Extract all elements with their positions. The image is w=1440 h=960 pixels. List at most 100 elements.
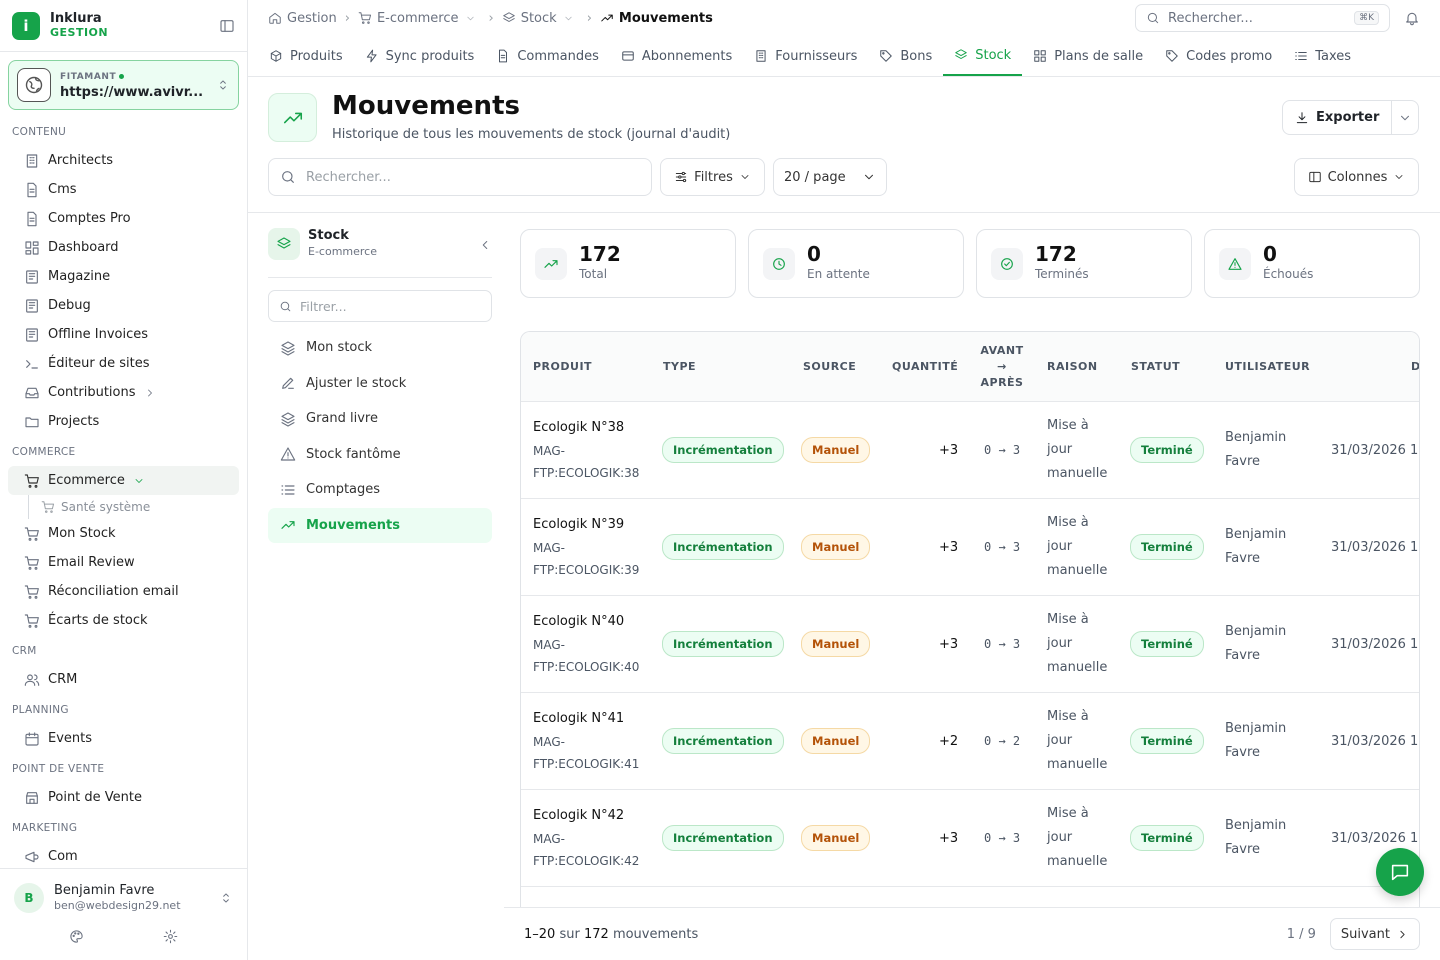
sidebar-item-debug[interactable]: Debug (8, 291, 239, 320)
reason-text: Mise à jour manuelle (1047, 806, 1108, 869)
sidebar-item-events[interactable]: Events (8, 724, 239, 753)
table-row[interactable]: Ecologik N°42 MAG- FTP:ECOLOGIK:42 Incrémen… (521, 790, 1419, 887)
type-badge: Incrémentation (662, 631, 784, 657)
stock-panel-header: Stock E-commerce (268, 228, 492, 278)
quantity-value: +3 (939, 442, 959, 458)
columns-button[interactable]: Colonnes (1294, 158, 1419, 196)
stock-nav-mon-stock[interactable]: Mon stock (268, 330, 492, 366)
breadcrumb-mouvements: Mouvements (600, 11, 713, 26)
sidebar-toggle-icon[interactable] (219, 18, 235, 34)
product-cell: Ecologik N°40 MAG- FTP:ECOLOGIK:40 (533, 611, 639, 677)
col-type[interactable]: TYPE (663, 360, 696, 373)
sidebar-item-dashboard[interactable]: Dashboard (8, 233, 239, 262)
col-status[interactable]: STATUT (1131, 360, 1180, 373)
stat-value: 0 (807, 241, 821, 266)
stock-filter-input[interactable]: Filtrer... (268, 290, 492, 322)
stock-nav: Mon stock Ajuster le stock Grand livre S… (268, 330, 492, 543)
product-name[interactable]: Ecologik N°38 (533, 417, 639, 439)
sidebar-item-ecarts-de-stock[interactable]: Écarts de stock (8, 606, 239, 635)
sidebar-item-sante-systeme[interactable]: Santé système (28, 495, 247, 519)
product-name[interactable]: Ecologik N°41 (533, 708, 639, 730)
stock-nav-comptages[interactable]: Comptages (268, 472, 492, 508)
stock-nav-stock-fantome[interactable]: Stock fantôme (268, 437, 492, 473)
tab-codes-promo[interactable]: Codes promo (1154, 36, 1283, 76)
search-input[interactable]: Rechercher... (268, 158, 652, 196)
source-badge: Manuel (801, 825, 871, 851)
sidebar-item-point-de-vente[interactable]: Point de Vente (8, 783, 239, 812)
table-row[interactable]: Ecologik N°38 MAG- FTP:ECOLOGIK:38 Incrémen… (521, 402, 1419, 499)
sidebar-item-com[interactable]: Com (8, 842, 239, 868)
export-options-button[interactable] (1392, 111, 1418, 125)
sidebar-item-reconciliation-email[interactable]: Réconciliation email (8, 577, 239, 606)
tab-sync-produits[interactable]: Sync produits (354, 36, 486, 76)
filters-button[interactable]: Filtres (660, 158, 765, 196)
chevron-left-icon[interactable] (478, 238, 492, 252)
pagination-summary: 1–20 sur 172 mouvements (524, 926, 699, 942)
sidebar-section-title: PLANNING (12, 704, 69, 716)
sidebar-item-ecommerce[interactable]: Ecommerce (8, 466, 239, 495)
breadcrumb-ecommerce[interactable]: E-commerce (358, 11, 481, 26)
tab-abonnements[interactable]: Abonnements (610, 36, 743, 76)
sidebar-item-editeur-de-sites[interactable]: Éditeur de sites (8, 349, 239, 378)
sidebar-item-offline-invoices[interactable]: Offline Invoices (8, 320, 239, 349)
stat-card-total: 172 Total (520, 229, 736, 298)
global-search-input[interactable]: Rechercher... ⌘K (1135, 4, 1390, 32)
sidebar-item-magazine[interactable]: Magazine (8, 262, 239, 291)
sidebar-item-label: Cms (48, 182, 77, 197)
sliders-icon (675, 171, 687, 183)
col-user[interactable]: UTILISATEUR (1225, 360, 1310, 373)
table-row[interactable]: Ecologik N°39 MAG- FTP:ECOLOGIK:39 Incrémen… (521, 499, 1419, 596)
stock-nav-mouvements[interactable]: Mouvements (268, 507, 492, 543)
tab-bons[interactable]: Bons (868, 36, 943, 76)
palette-icon[interactable] (69, 929, 84, 944)
sidebar-item-crm[interactable]: CRM (8, 665, 239, 694)
sidebar-item-comptes-pro[interactable]: Comptes Pro (8, 204, 239, 233)
list-icon (1295, 52, 1307, 60)
settings-gear-icon[interactable] (163, 929, 178, 944)
site-switcher[interactable]: FITAMANT https://www.avivr... (8, 60, 239, 110)
chevron-down-icon (741, 175, 749, 179)
table-row[interactable]: Ecologik N°40 MAG- FTP:ECOLOGIK:40 Incrémen… (521, 596, 1419, 693)
sidebar-item-mon-stock[interactable]: Mon Stock (8, 519, 239, 548)
sidebar-item-label: Éditeur de sites (48, 356, 150, 371)
bell-icon[interactable] (1404, 10, 1420, 26)
user-menu[interactable]: B Benjamin Favre ben@webdesign29.net (0, 869, 247, 913)
table-row[interactable]: Ecologik N°41 MAG- FTP:ECOLOGIK:41 Incrémen… (521, 693, 1419, 790)
col-date[interactable]: D (1411, 360, 1419, 373)
stock-nav-ajuster[interactable]: Ajuster le stock (268, 366, 492, 402)
col-quantity[interactable]: QUANTITÉ (892, 360, 958, 373)
quantity-value: +3 (939, 539, 959, 555)
next-page-button[interactable]: Suivant (1329, 918, 1420, 950)
chevron-down-icon (466, 16, 474, 20)
breadcrumb-stock[interactable]: Stock (502, 11, 579, 26)
col-before-after[interactable]: AVANT → APRÈS (980, 343, 1024, 391)
product-name[interactable]: Ecologik N°39 (533, 514, 639, 536)
tab-taxes[interactable]: Taxes (1283, 36, 1362, 76)
sidebar-item-email-review[interactable]: Email Review (8, 548, 239, 577)
col-product[interactable]: PRODUIT (533, 360, 592, 373)
sidebar-item-projects[interactable]: Projects (8, 407, 239, 436)
breadcrumb-gestion[interactable]: Gestion (268, 11, 337, 26)
export-button[interactable]: Exporter (1283, 101, 1393, 134)
sidebar-item-architects[interactable]: Architects (8, 146, 239, 175)
tab-plans-de-salle[interactable]: Plans de salle (1022, 36, 1154, 76)
sidebar-item-label: Écarts de stock (48, 613, 148, 628)
chevron-right-icon (1400, 930, 1405, 938)
tab-commandes[interactable]: Commandes (485, 36, 610, 76)
sidebar-section-title: CONTENU (12, 126, 67, 138)
col-source[interactable]: SOURCE (803, 360, 856, 373)
table-row[interactable] (521, 887, 1419, 907)
tab-stock[interactable]: Stock (943, 36, 1023, 76)
stock-delta: 0 → 3 (984, 443, 1021, 457)
col-reason[interactable]: RAISON (1047, 360, 1098, 373)
stock-nav-grand-livre[interactable]: Grand livre (268, 401, 492, 437)
tab-produits[interactable]: Produits (258, 36, 354, 76)
product-name[interactable]: Ecologik N°42 (533, 805, 639, 827)
sidebar-item-cms[interactable]: Cms (8, 175, 239, 204)
chat-button[interactable] (1376, 848, 1424, 896)
tab-fournisseurs[interactable]: Fournisseurs (743, 36, 868, 76)
product-name[interactable]: Ecologik N°40 (533, 611, 639, 633)
type-badge: Incrémentation (662, 825, 784, 851)
sidebar-item-contributions[interactable]: Contributions (8, 378, 239, 407)
per-page-select[interactable]: 20 / page (773, 158, 887, 196)
